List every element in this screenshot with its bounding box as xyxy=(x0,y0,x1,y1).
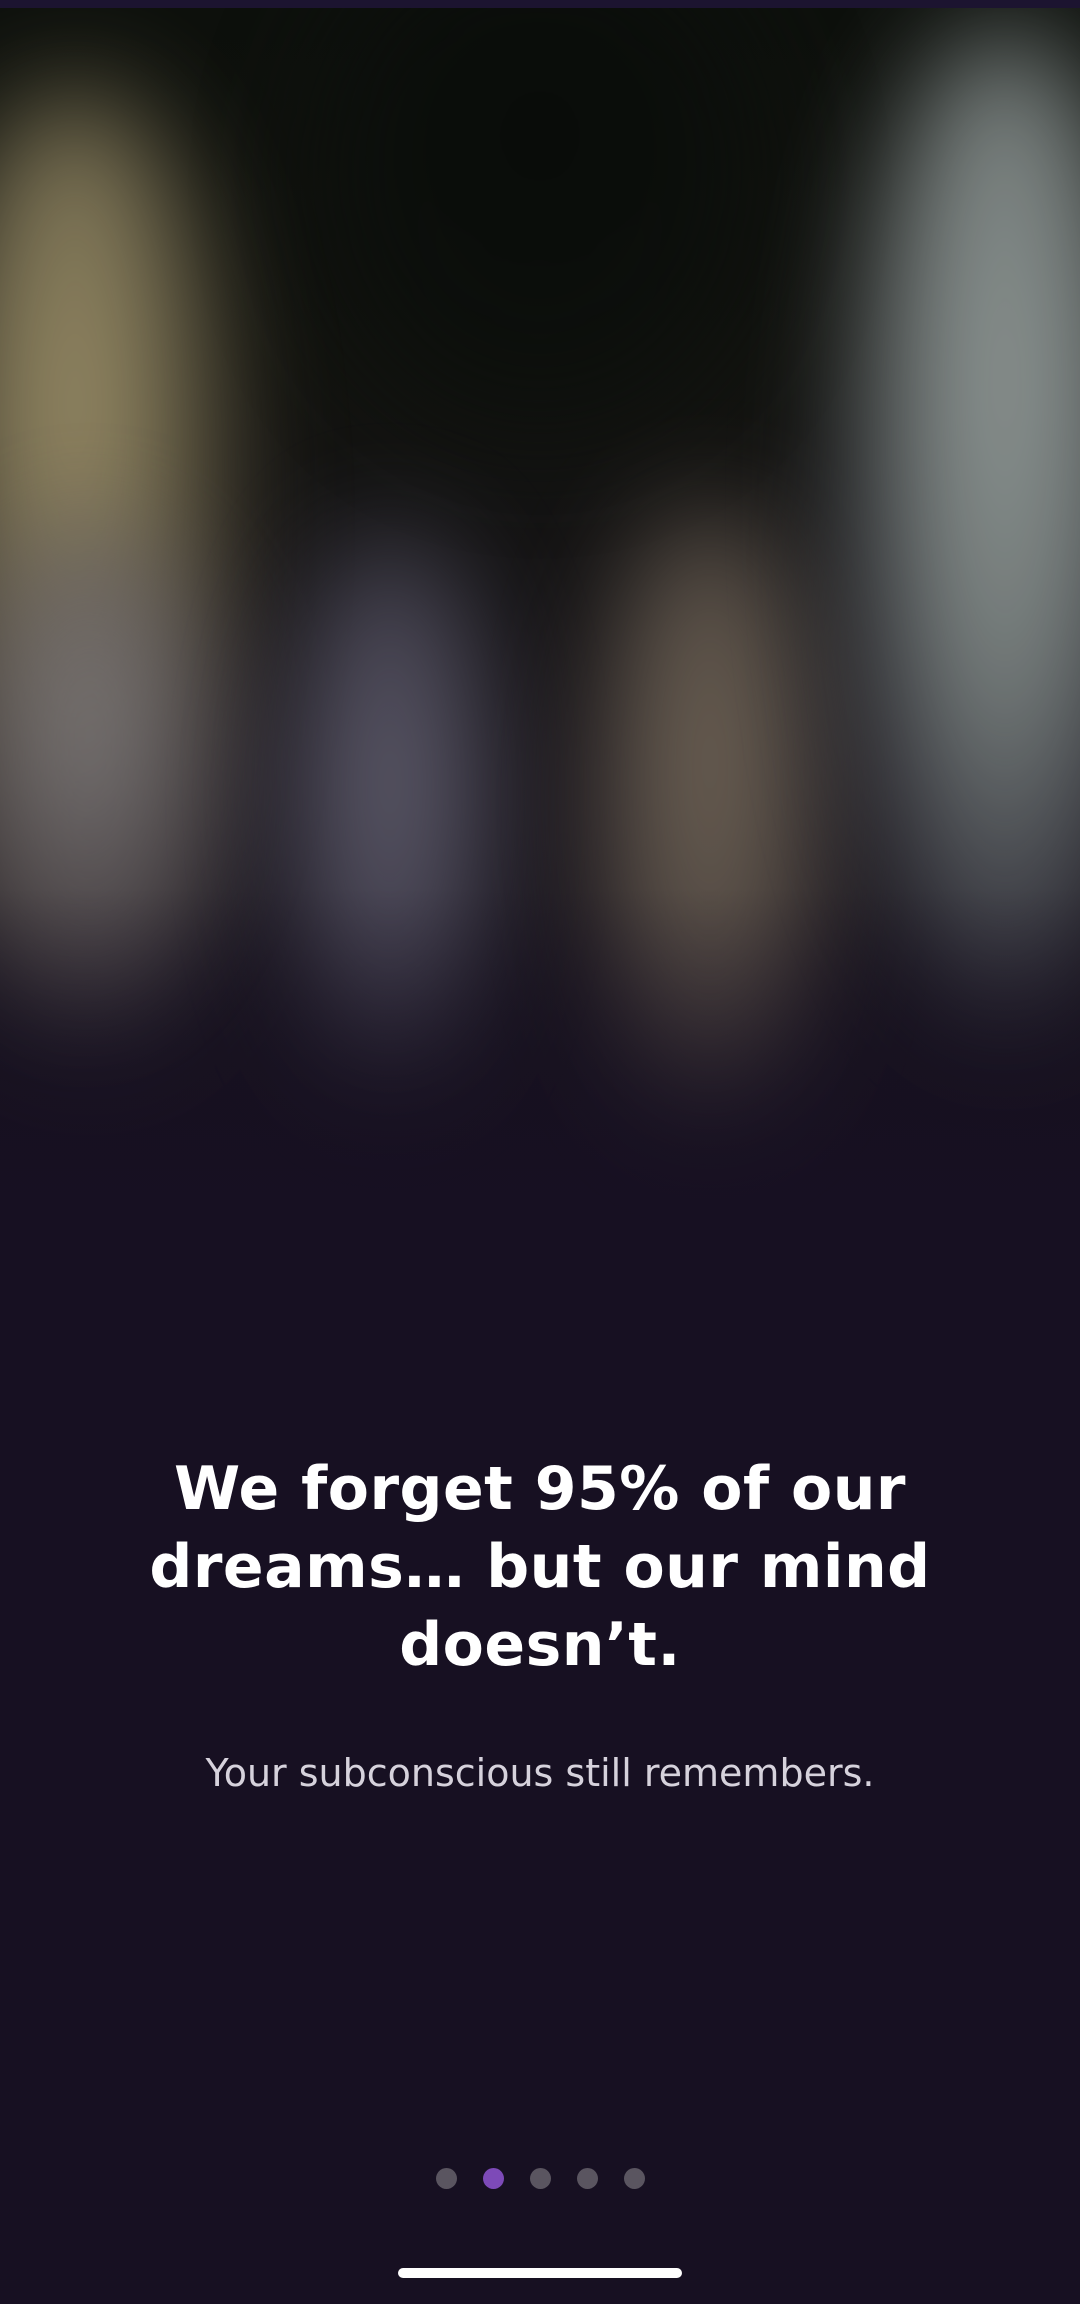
hero-background-image xyxy=(0,8,1080,1408)
home-indicator[interactable] xyxy=(398,2268,682,2278)
page-dot-5[interactable] xyxy=(623,2167,645,2189)
hero-blur-shape xyxy=(300,8,780,448)
hero-blur-shape xyxy=(840,28,1080,1028)
page-dot-1[interactable] xyxy=(435,2167,457,2189)
hero-fade-overlay xyxy=(0,888,1080,1408)
page-dot-4[interactable] xyxy=(576,2167,598,2189)
onboarding-subtitle: Your subconscious still remembers. xyxy=(205,1751,875,1795)
onboarding-screen: We forget 95% of our dreams… but our min… xyxy=(0,0,1080,2304)
status-bar-strip xyxy=(0,0,1080,8)
page-indicator[interactable] xyxy=(0,2166,1080,2190)
page-dot-2[interactable] xyxy=(482,2167,504,2189)
onboarding-headline: We forget 95% of our dreams… but our min… xyxy=(149,1454,931,1680)
page-dot-3[interactable] xyxy=(529,2167,551,2189)
